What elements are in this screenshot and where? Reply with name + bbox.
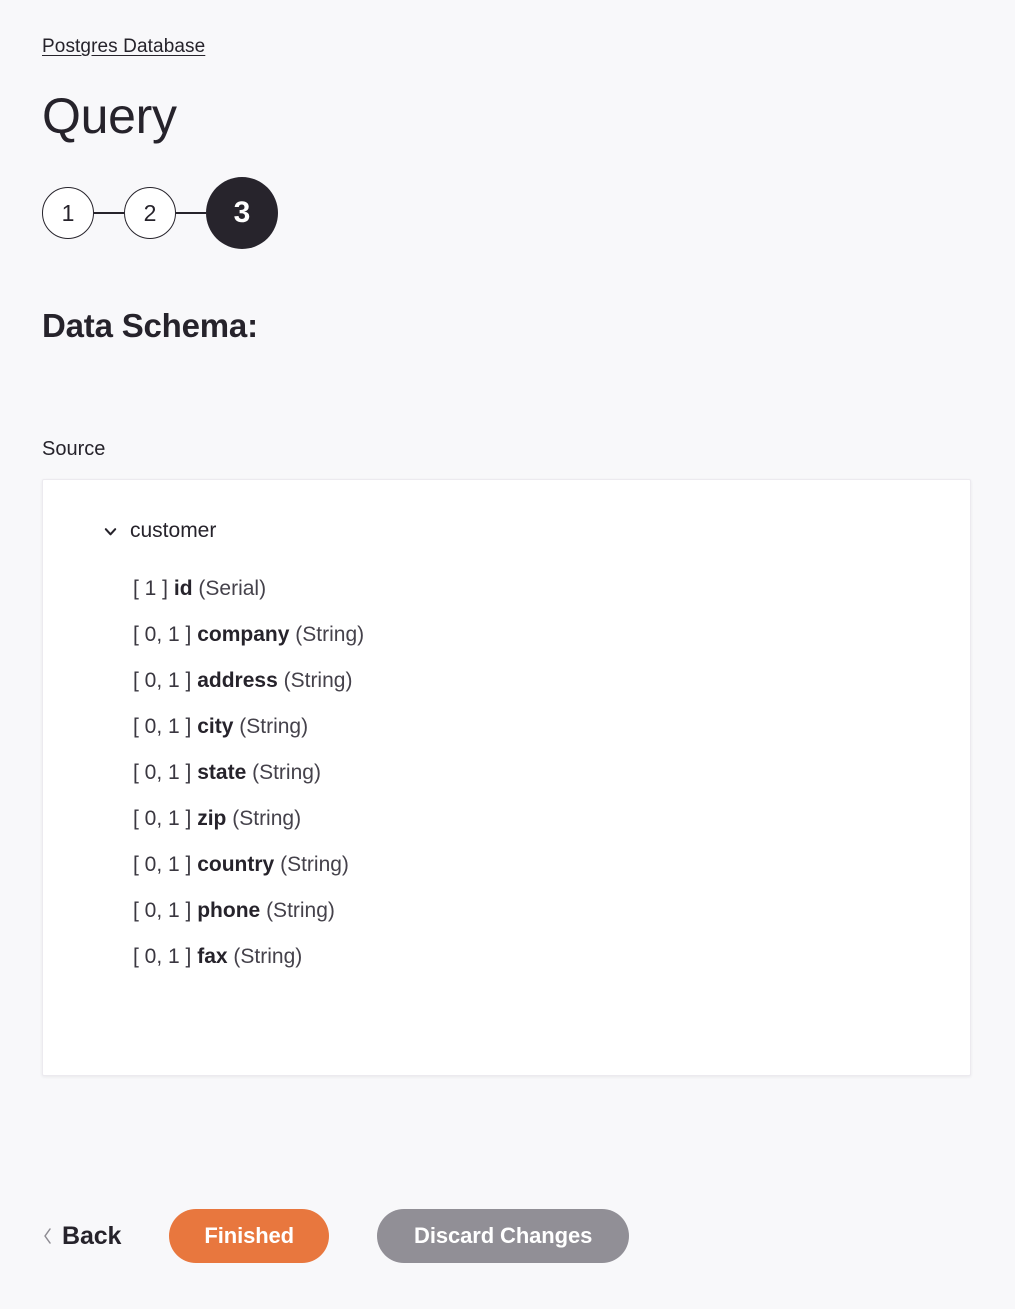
field-cardinality: [ 0, 1 ]: [133, 853, 192, 876]
field-name: city: [197, 715, 234, 738]
stepper-step-3[interactable]: 3: [206, 177, 278, 249]
field-cardinality: [ 0, 1 ]: [133, 899, 192, 922]
field-cardinality: [ 0, 1 ]: [133, 623, 192, 646]
back-button-label: Back: [62, 1222, 122, 1250]
stepper-step-2[interactable]: 2: [124, 187, 176, 239]
field-name: id: [173, 577, 193, 600]
wizard-actions: Back Finished Discard Changes: [42, 1209, 630, 1263]
field-cardinality: [ 0, 1 ]: [133, 945, 192, 968]
schema-field-list: [ 1 ] id (Serial) [ 0, 1 ] company (Stri…: [67, 566, 946, 980]
chevron-left-icon: [42, 1227, 53, 1245]
field-name: address: [197, 669, 278, 692]
field-type: (String): [266, 899, 335, 922]
field-type: (String): [233, 945, 303, 968]
wizard-stepper: 1 2 3: [42, 176, 973, 250]
finished-button[interactable]: Finished: [169, 1209, 330, 1263]
field-name: state: [197, 761, 247, 784]
schema-tree-root-label: customer: [130, 519, 217, 542]
schema-field-row[interactable]: [ 0, 1 ] state (String): [133, 750, 946, 796]
schema-tree-root-customer[interactable]: customer: [67, 516, 946, 546]
field-type: (Serial): [198, 577, 267, 600]
breadcrumb: Postgres Database: [42, 0, 973, 60]
field-name: country: [197, 853, 275, 876]
breadcrumb-link-postgres-database[interactable]: Postgres Database: [42, 36, 205, 57]
field-type: (String): [295, 623, 365, 646]
stepper-step-1[interactable]: 1: [42, 187, 94, 239]
page-title: Query: [42, 88, 177, 144]
field-type: (String): [280, 853, 349, 876]
field-name: phone: [197, 899, 261, 922]
schema-field-row[interactable]: [ 0, 1 ] company (String): [133, 612, 946, 658]
chevron-down-icon[interactable]: [103, 524, 118, 539]
stepper-connector-1-2: [94, 212, 124, 214]
back-button[interactable]: Back: [42, 1221, 121, 1251]
field-cardinality: [ 0, 1 ]: [133, 807, 192, 830]
schema-field-row[interactable]: [ 1 ] id (Serial): [133, 566, 946, 612]
field-name: fax: [197, 945, 228, 968]
stepper-connector-2-3: [176, 212, 206, 214]
schema-field-row[interactable]: [ 0, 1 ] fax (String): [133, 934, 946, 980]
field-cardinality: [ 1 ]: [133, 577, 169, 600]
query-wizard-page: Postgres Database Query 1 2 3 Data Schem…: [0, 0, 1015, 1309]
field-type: (String): [239, 715, 309, 738]
field-cardinality: [ 0, 1 ]: [133, 715, 192, 738]
field-type: (String): [232, 807, 302, 830]
schema-field-row[interactable]: [ 0, 1 ] city (String): [133, 704, 946, 750]
source-label: Source: [42, 438, 106, 460]
discard-changes-button[interactable]: Discard Changes: [377, 1209, 630, 1263]
field-name: company: [197, 623, 290, 646]
field-type: (String): [252, 761, 321, 784]
field-cardinality: [ 0, 1 ]: [133, 761, 192, 784]
schema-panel: customer [ 1 ] id (Serial) [ 0, 1 ] comp…: [42, 479, 971, 1076]
field-name: zip: [197, 807, 227, 830]
field-type: (String): [283, 669, 353, 692]
schema-field-row[interactable]: [ 0, 1 ] zip (String): [133, 796, 946, 842]
schema-field-row[interactable]: [ 0, 1 ] country (String): [133, 842, 946, 888]
schema-field-row[interactable]: [ 0, 1 ] phone (String): [133, 888, 946, 934]
field-cardinality: [ 0, 1 ]: [133, 669, 192, 692]
schema-field-row[interactable]: [ 0, 1 ] address (String): [133, 658, 946, 704]
section-heading-data-schema: Data Schema:: [42, 307, 258, 344]
